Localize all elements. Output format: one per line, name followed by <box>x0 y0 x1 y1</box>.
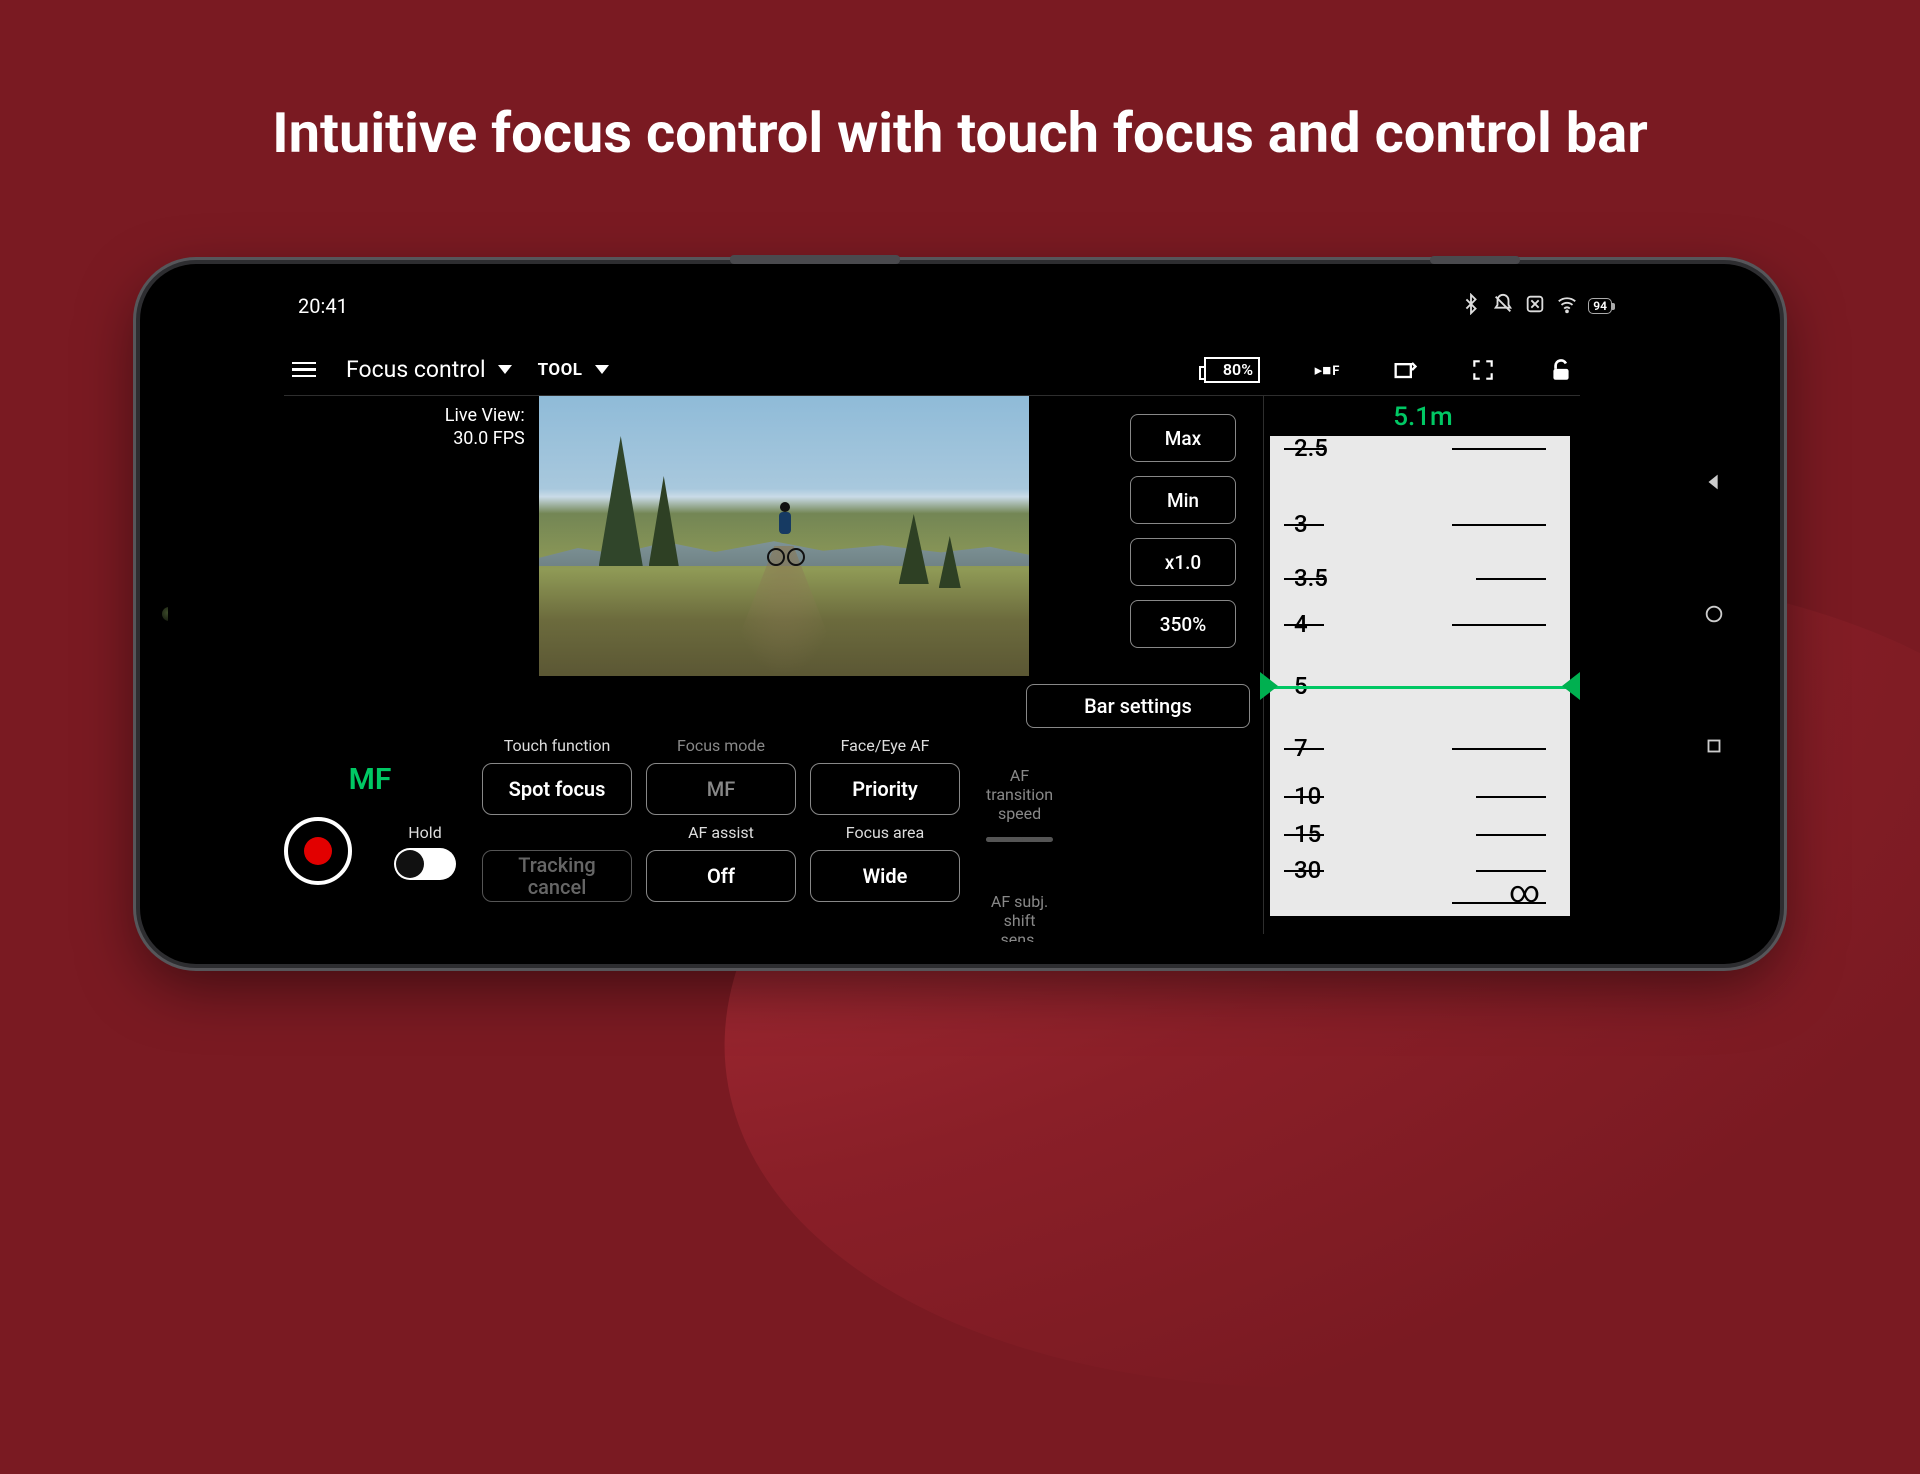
focus-current-line <box>1265 686 1575 689</box>
no-sim-icon <box>1524 293 1546 320</box>
phone-volume-button <box>730 255 900 264</box>
focus-min-button[interactable]: Min <box>1130 476 1236 524</box>
magnify-1x-button[interactable]: x1.0 <box>1130 538 1236 586</box>
touch-function-button[interactable]: Spot focus <box>482 763 632 815</box>
mode-dropdown[interactable]: Focus control <box>346 356 512 383</box>
nav-recent-icon[interactable] <box>1703 735 1725 757</box>
focus-handle-left-icon[interactable] <box>1260 672 1278 700</box>
focus-distance-value: 5.1m <box>1268 402 1578 432</box>
rotate-icon[interactable] <box>1390 356 1420 384</box>
zoom-presets: Max Min x1.0 350% <box>1130 414 1238 648</box>
focus-area-label: Focus area <box>810 823 960 842</box>
chevron-down-icon <box>498 365 512 374</box>
tracking-cancel-button: Tracking cancel <box>482 850 632 902</box>
tool-label: TOOL <box>538 360 583 380</box>
focus-bar[interactable]: 2.5 3 3.5 4 5 7 10 <box>1270 436 1570 916</box>
focus-area-button[interactable]: Wide <box>810 850 960 902</box>
af-transition-speed-label: AF transition speed <box>986 766 1053 823</box>
nav-home-icon[interactable] <box>1703 603 1725 625</box>
hold-label: Hold <box>408 823 441 842</box>
phone-frame: 20:41 94 <box>140 264 1780 964</box>
menu-button[interactable] <box>288 358 320 382</box>
touch-function-label: Touch function <box>482 736 632 755</box>
marketing-headline: Intuitive focus control with touch focus… <box>0 100 1920 166</box>
af-transition-speed-slider[interactable] <box>986 837 1053 842</box>
app-root: Focus control TOOL 80% ▸■F <box>284 344 1580 934</box>
liveview-info: Live View: 30.0 FPS <box>284 396 539 676</box>
app-toolbar: Focus control TOOL 80% ▸■F <box>284 344 1580 396</box>
ruler-infinity: ∞ <box>1509 875 1540 910</box>
af-shift-sens-label: AF subj. shift sens. <box>986 892 1053 942</box>
focus-handle-right-icon[interactable] <box>1562 672 1580 700</box>
focus-max-button[interactable]: Max <box>1130 414 1236 462</box>
divider <box>1263 396 1264 934</box>
fullscreen-icon[interactable] <box>1468 357 1498 383</box>
af-assist-button[interactable]: Off <box>646 850 796 902</box>
face-eye-af-button[interactable]: Priority <box>810 763 960 815</box>
focus-bar-column: 5.1m 2.5 3 3.5 4 5 7 <box>1268 396 1578 934</box>
lock-open-icon[interactable] <box>1546 357 1576 383</box>
status-bar: 20:41 94 <box>168 286 1752 326</box>
magnify-350-button[interactable]: 350% <box>1130 600 1236 648</box>
hold-toggle[interactable] <box>394 848 456 880</box>
dnd-icon <box>1492 293 1514 320</box>
liveview-fps: 30.0 FPS <box>284 427 525 450</box>
chevron-down-icon <box>595 365 609 374</box>
liveview-label: Live View: <box>284 404 525 427</box>
focus-mode-label: Focus mode <box>646 736 796 755</box>
system-nav-bar <box>1692 286 1736 942</box>
phone-screen: 20:41 94 <box>168 286 1752 942</box>
bar-settings-button[interactable]: Bar settings <box>1026 684 1250 728</box>
mode-label: Focus control <box>346 356 486 383</box>
liveview-image[interactable] <box>539 396 1029 676</box>
clock: 20:41 <box>298 294 348 318</box>
record-icon <box>304 837 332 865</box>
tool-dropdown[interactable]: TOOL <box>538 360 609 380</box>
camera-battery-indicator: 80% <box>1204 357 1260 383</box>
bluetooth-icon <box>1460 293 1482 320</box>
nav-back-icon[interactable] <box>1703 471 1725 493</box>
phone-power-button <box>1430 256 1520 264</box>
record-button[interactable] <box>284 817 352 885</box>
battery-icon: 94 <box>1588 298 1612 314</box>
wifi-icon <box>1556 293 1578 320</box>
face-eye-af-label: Face/Eye AF <box>810 736 960 755</box>
focus-mode-button[interactable]: MF <box>646 763 796 815</box>
af-indicator-icon[interactable]: ▸■F <box>1312 361 1342 379</box>
camera-battery-pct: 80% <box>1204 357 1260 383</box>
focus-mode-indicator: MF <box>349 762 392 797</box>
app-main: Live View: 30.0 FPS Bar se <box>284 396 1580 934</box>
left-column: Live View: 30.0 FPS Bar se <box>284 396 1029 934</box>
af-assist-label: AF assist <box>646 823 796 842</box>
